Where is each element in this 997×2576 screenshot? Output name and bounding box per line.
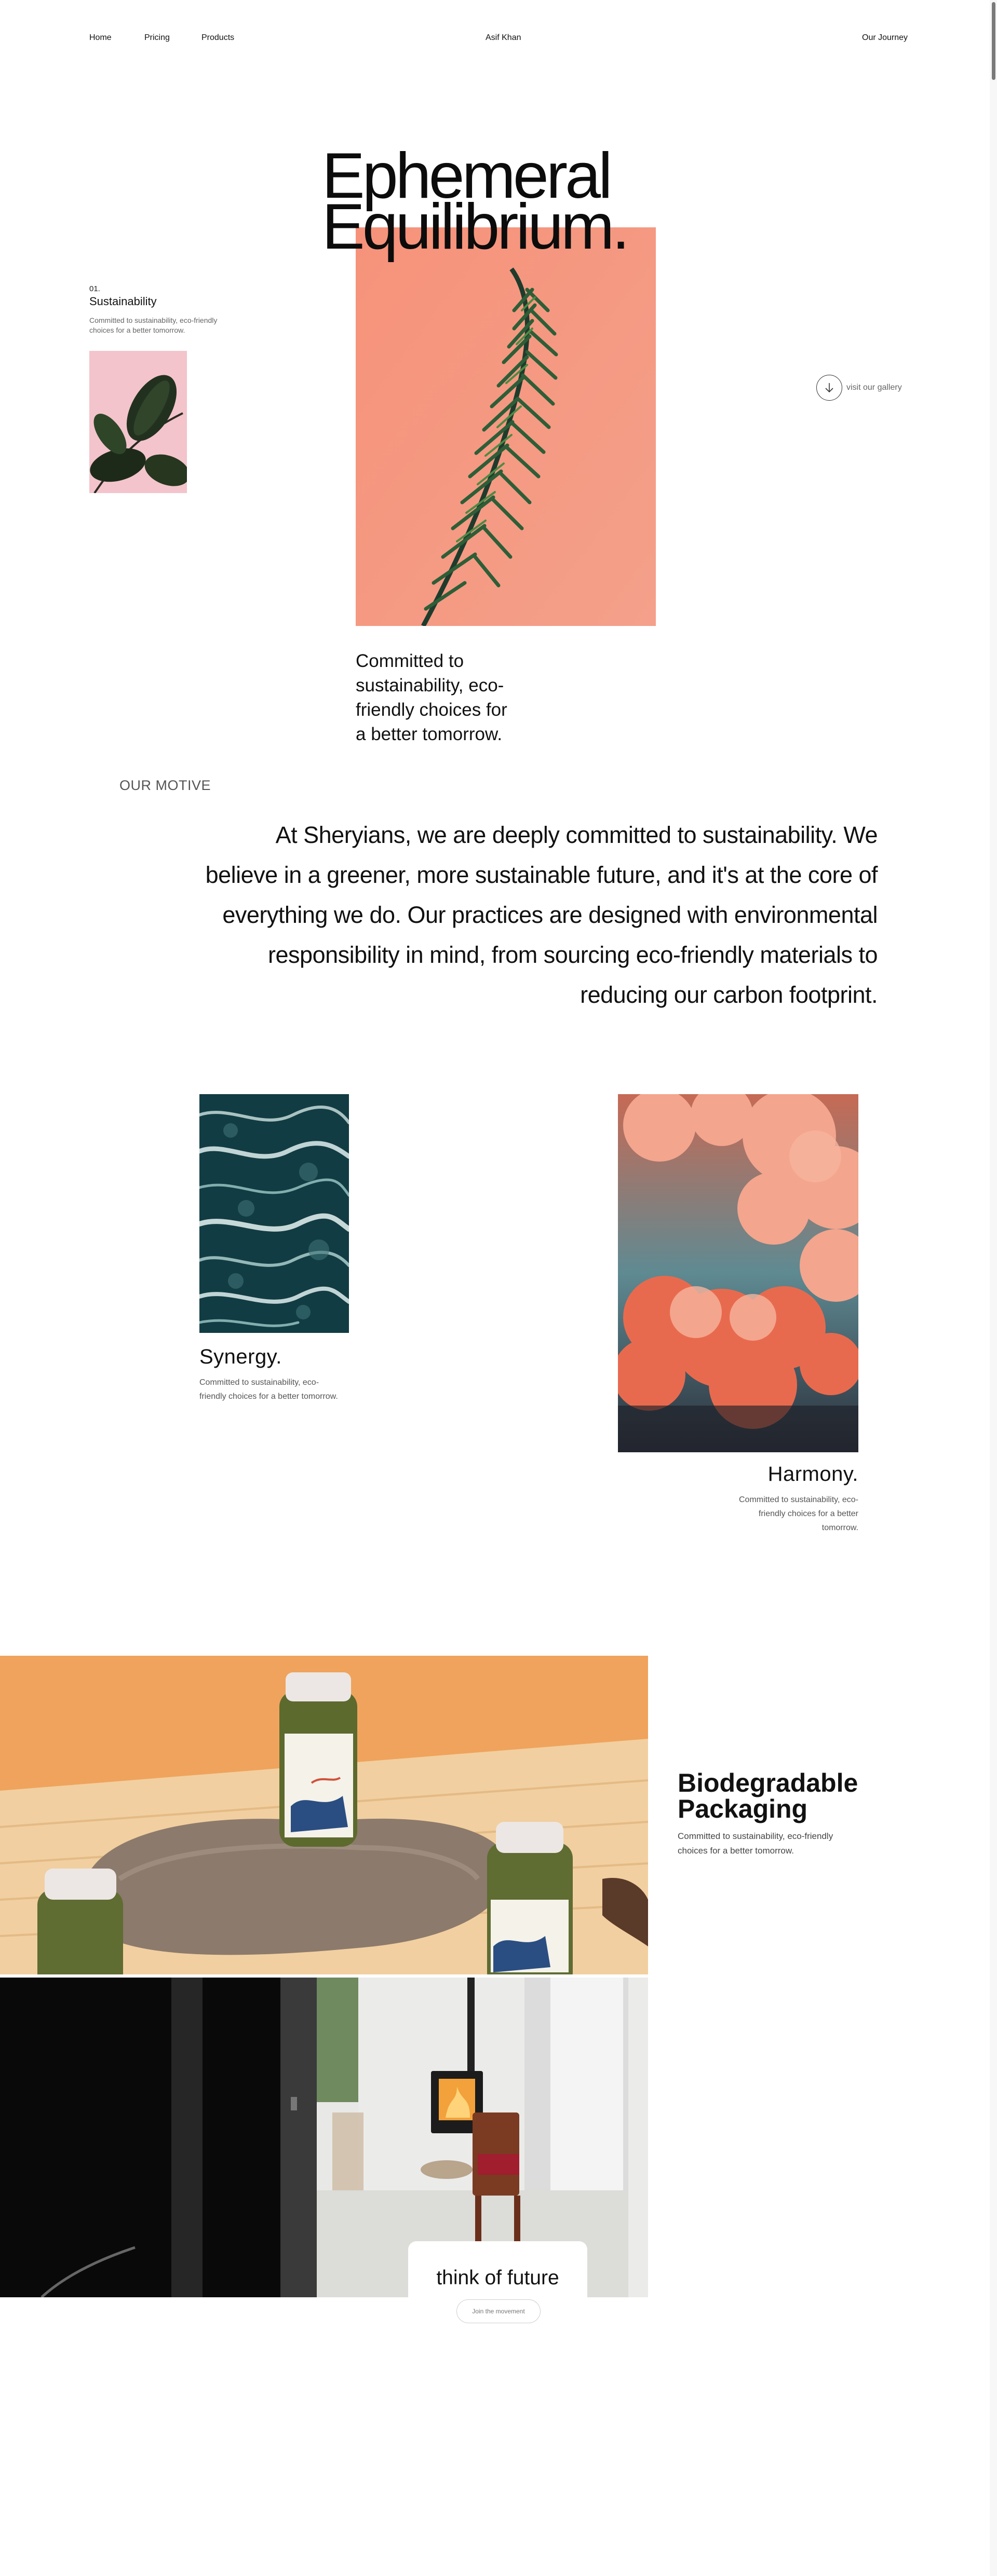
packaging-text: Committed to sustainability, eco-friendl… <box>678 1831 833 1856</box>
sustainability-heading: Sustainability <box>89 295 157 308</box>
ocean-waves-image <box>199 1094 349 1333</box>
synergy-text: Committed to sustainability, eco-friendl… <box>199 1378 338 1401</box>
think-future-title: think of future <box>436 2267 559 2289</box>
arrow-down-icon <box>816 375 842 401</box>
motive-paragraph: At Sheryians, we are deeply committed to… <box>205 822 878 1008</box>
nav-journey-link[interactable]: Our Journey <box>862 33 908 43</box>
hero-title-line2: Equilibrium. <box>322 191 630 263</box>
clouds-image <box>618 1094 858 1452</box>
hero-title: Ephemeral Equilibrium. <box>322 144 685 263</box>
nav-home-link[interactable]: Home <box>89 33 112 43</box>
harmony-title: Harmony. <box>767 1463 858 1485</box>
brand-name[interactable]: Asif Khan <box>486 33 521 43</box>
sustainability-text: Committed to sustainability, eco-friendl… <box>89 316 218 334</box>
packaging-title: Biodegradable Packaging <box>678 1768 858 1823</box>
bottles-image <box>0 1656 648 1974</box>
synergy-title: Synergy. <box>199 1345 282 1368</box>
scrollbar-thumb[interactable] <box>992 2 995 80</box>
join-movement-button[interactable]: Join the movement <box>456 2299 541 2323</box>
visit-gallery-button[interactable]: visit our gallery <box>816 375 902 401</box>
nav-pricing-link[interactable]: Pricing <box>144 33 170 43</box>
rubber-plant-image <box>89 351 187 493</box>
page-scrollbar[interactable] <box>990 0 997 2576</box>
gallery-label: visit our gallery <box>846 383 902 392</box>
motive-label: OUR MOTIVE <box>119 778 211 793</box>
hero-caption: Committed to sustainability, eco-friendl… <box>356 651 507 744</box>
nav-products-link[interactable]: Products <box>201 33 234 43</box>
hero-plant-image <box>356 227 656 626</box>
harmony-text: Committed to sustainability, eco-friendl… <box>738 1495 858 1532</box>
section-number: 01. <box>89 284 100 293</box>
